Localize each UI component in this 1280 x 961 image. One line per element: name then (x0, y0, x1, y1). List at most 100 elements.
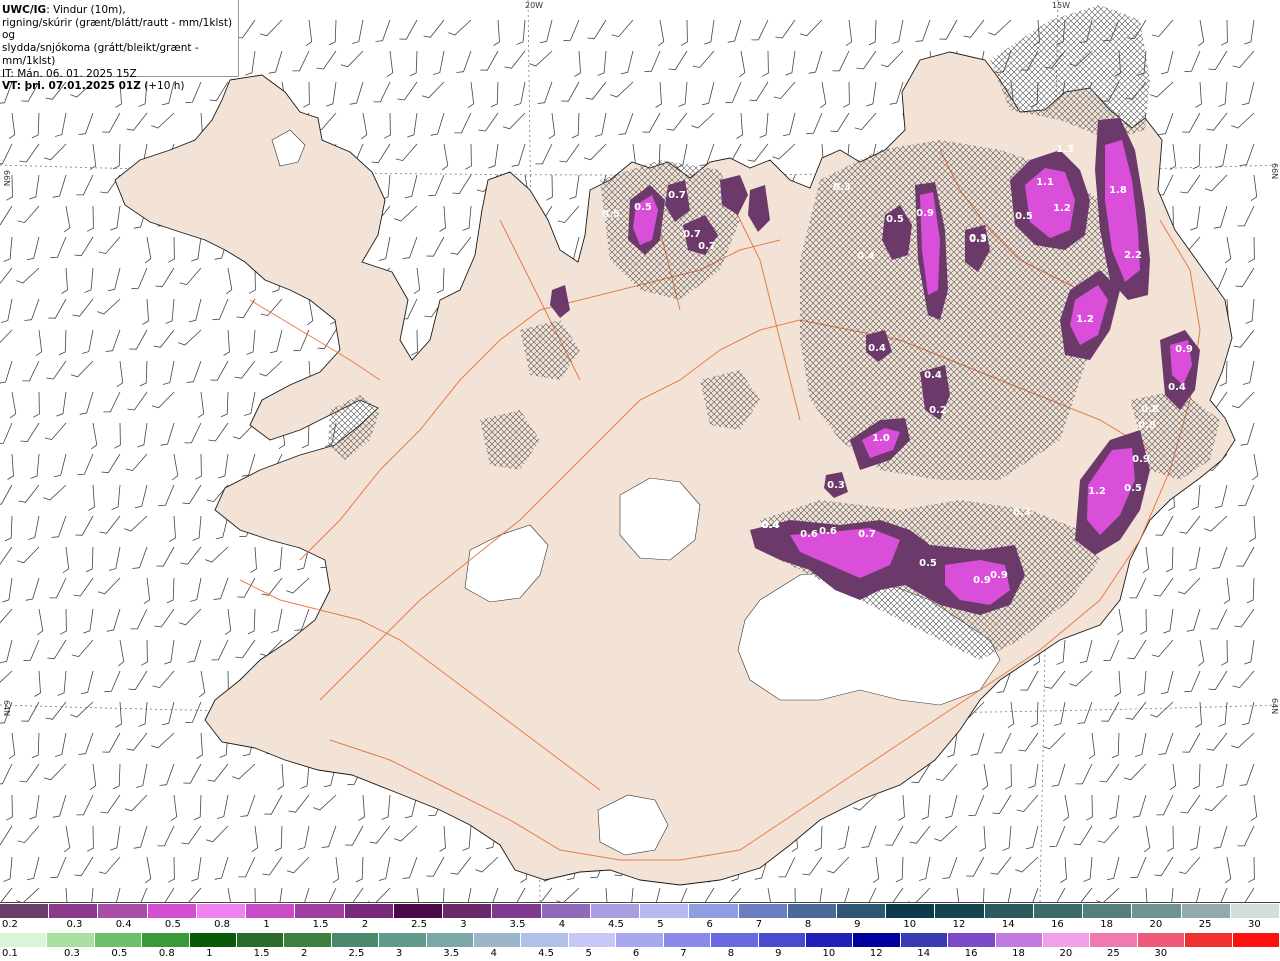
precip-value-label: 0.5 (1124, 483, 1142, 494)
precip-value-label: 0.9 (973, 575, 991, 586)
scale-swatch (948, 933, 996, 947)
scale-swatch (1232, 933, 1280, 947)
scale-swatch (189, 933, 238, 947)
scale-swatch (1042, 933, 1091, 947)
scale-label: 16 (964, 948, 978, 959)
color-scale-panel: 0.2 0.3 0.4 0.5 0.8 1 1.5 2 2.5 3 3.5 4 4.5 5 6 7 8 9 10 12… (0, 902, 1280, 961)
precip-value-label: 1.2 (1088, 486, 1106, 497)
rain-scale-labels: 0.1 0.3 0.5 0.8 1 1.5 2 2.5 3 3.5 4 4.5 5 6 7 8 9 10 12 14 1… (0, 948, 1280, 960)
scale-swatch (1137, 933, 1186, 947)
scale-label: 4 (558, 919, 566, 930)
scale-label: 9 (854, 919, 861, 930)
init-time: IT: Mán. 06. 01. 2025 15Z (2, 67, 137, 80)
scale-label: 12 (952, 919, 966, 930)
scale-swatch (379, 933, 427, 947)
scale-label: 14 (917, 948, 931, 959)
scale-swatch (1185, 933, 1233, 947)
scale-swatch (237, 933, 285, 947)
scale-label: 10 (903, 919, 917, 930)
scale-label: 4.5 (608, 919, 624, 930)
scale-swatch (142, 933, 190, 947)
scale-label: 20 (1149, 919, 1163, 930)
scale-swatch (246, 904, 296, 918)
scale-label: 10 (822, 948, 836, 959)
precip-value-label: 0.3 (827, 480, 845, 491)
precip-value-label: 0.5 (886, 214, 904, 225)
precip-value-label: 0.3 (833, 182, 851, 193)
scale-label: 9 (775, 948, 782, 959)
scale-label: 0.2 (2, 919, 18, 930)
scale-swatch (1230, 904, 1280, 918)
valid-time-bold: VT: þri. 07.01.2025 01Z (2, 80, 141, 93)
scale-swatch (853, 933, 901, 947)
title-line-1: UWC/IG: Vindur (10m), (2, 4, 238, 17)
scale-label: 3.5 (509, 919, 526, 930)
scale-swatch (344, 904, 394, 918)
scale-swatch (1181, 904, 1231, 918)
lat-label-right-64n: 64N (1270, 698, 1279, 714)
scale-label: 12 (869, 948, 883, 959)
precip-value-label: 0.6 (800, 529, 818, 540)
scale-label: 0.3 (64, 948, 80, 959)
scale-label: 1.5 (253, 948, 270, 959)
scale-label: 1 (206, 948, 213, 959)
precip-value-label: 1.2 (1076, 314, 1094, 325)
scale-swatch (147, 904, 197, 918)
scale-swatch (426, 933, 475, 947)
scale-swatch (995, 933, 1043, 947)
valid-time: VT: þri. 07.01.2025 01Z (+10 h) (2, 80, 238, 93)
scale-swatch (935, 904, 985, 918)
scale-label: 20 (1059, 948, 1073, 959)
scale-swatch (1090, 933, 1138, 947)
precip-value-label: 1.2 (1053, 203, 1071, 214)
precip-value-label: 1.3 (1056, 144, 1074, 155)
precip-value-label: 0.4 (857, 251, 875, 262)
precip-value-label: 0.9 (1132, 454, 1150, 465)
scale-swatch (689, 904, 739, 918)
scale-swatch (805, 933, 854, 947)
scale-label: 4 (490, 948, 498, 959)
snow-color-scale (0, 904, 1280, 918)
scale-swatch (758, 933, 806, 947)
scale-label: 7 (680, 948, 687, 959)
precip-value-label: 0.6 (819, 526, 837, 537)
scale-label: 3.5 (443, 948, 460, 959)
scale-swatch (295, 904, 345, 918)
precip-value-label: 0.9 (916, 208, 934, 219)
scale-swatch (711, 933, 759, 947)
precip-value-label: 0.7 (858, 529, 876, 540)
lat-label-right-66n: 66N (1270, 163, 1279, 179)
precip-value-label: 0.4 (762, 520, 780, 531)
precip-value-label: 0.2 (929, 405, 947, 416)
scale-swatch (900, 933, 949, 947)
scale-label: 4.5 (538, 948, 554, 959)
precip-value-label: 0.8 (1138, 420, 1156, 431)
model-tag: UWC/IG (2, 4, 47, 16)
scale-label: 1 (263, 919, 270, 930)
scale-swatch (0, 933, 48, 947)
scale-swatch (47, 933, 95, 947)
precip-value-label: 0.3 (969, 234, 987, 245)
scale-label: 18 (1100, 919, 1114, 930)
precip-value-label: 0.5 (634, 202, 652, 213)
precip-value-label: 1.0 (872, 433, 890, 444)
scale-swatch (541, 904, 591, 918)
scale-swatch (331, 933, 380, 947)
scale-swatch (640, 904, 690, 918)
scale-swatch (49, 904, 99, 918)
precip-value-label: 0.5 (602, 209, 620, 220)
scale-label: 0.8 (214, 919, 231, 930)
scale-swatch (984, 904, 1034, 918)
scale-swatch (474, 933, 522, 947)
scale-label: 30 (1248, 919, 1261, 930)
scale-label: 6 (632, 948, 640, 959)
lon-label-20w: 20W (525, 1, 543, 10)
scale-label: 2.5 (348, 948, 365, 959)
scale-label: 8 (727, 948, 735, 959)
scale-swatch (590, 904, 641, 918)
scale-label: 3 (395, 948, 403, 959)
lat-label-left-64n: 64N (2, 700, 11, 716)
weather-map[interactable]: 0.50.70.70.5 0.90.50.30.41.11.20.51.31.82… (0, 0, 1280, 902)
scale-swatch (1132, 904, 1182, 918)
scale-label: 25 (1198, 919, 1212, 930)
